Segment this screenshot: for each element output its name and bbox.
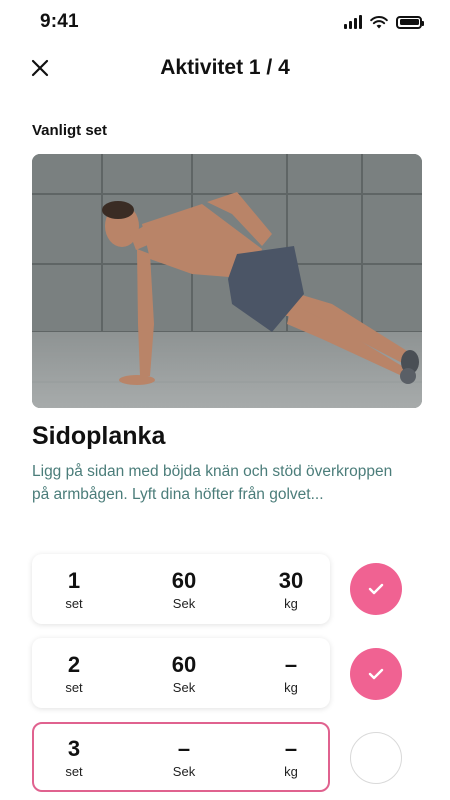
set-row-1[interactable]: 1 set 60 Sek 30 kg (32, 554, 330, 624)
complete-set-2-button[interactable] (350, 648, 402, 700)
weight-value: – (284, 651, 298, 677)
status-time: 9:41 (40, 11, 79, 32)
set-row-3[interactable]: 3 set – Sek – kg (32, 722, 330, 792)
weight-value: – (284, 735, 298, 761)
set-number-cell: 3 set (34, 724, 114, 790)
set-number-label: set (65, 595, 83, 611)
set-row-2[interactable]: 2 set 60 Sek – kg (32, 638, 330, 708)
exercise-title: Sidoplanka (32, 422, 166, 450)
set-type-label: Vanligt set (32, 122, 108, 139)
duration-cell[interactable]: 60 Sek (144, 554, 224, 624)
set-number-label: set (65, 679, 83, 695)
weight-unit: kg (284, 763, 298, 779)
duration-value: 60 (171, 567, 197, 593)
weight-unit: kg (284, 679, 298, 695)
cellular-signal-icon (344, 15, 362, 29)
exercise-description[interactable]: Ligg på sidan med böjda knän och stöd öv… (32, 460, 412, 506)
weight-cell[interactable]: – kg (251, 724, 331, 790)
header: Aktivitet 1 / 4 (0, 48, 450, 88)
status-bar: 9:41 (0, 0, 450, 44)
weight-cell[interactable]: – kg (251, 638, 331, 708)
set-number-cell: 2 set (34, 638, 114, 708)
duration-value: – (177, 735, 191, 761)
duration-unit: Sek (172, 679, 196, 695)
set-number: 2 (67, 651, 81, 677)
complete-set-1-button[interactable] (350, 563, 402, 615)
page-title: Aktivitet 1 / 4 (160, 56, 290, 79)
status-icons (344, 15, 424, 29)
set-number: 3 (67, 735, 81, 761)
close-icon[interactable] (28, 56, 52, 80)
weight-value: 30 (278, 567, 304, 593)
checkmark-icon (368, 583, 384, 595)
weight-cell[interactable]: 30 kg (251, 554, 331, 624)
battery-icon (396, 15, 424, 29)
duration-unit: Sek (172, 595, 196, 611)
exercise-image (32, 154, 422, 408)
set-number: 1 (67, 567, 81, 593)
complete-set-3-button[interactable] (350, 732, 402, 784)
checkmark-icon (368, 668, 384, 680)
duration-cell[interactable]: – Sek (144, 724, 224, 790)
duration-value: 60 (171, 651, 197, 677)
duration-unit: Sek (172, 763, 196, 779)
wifi-icon (370, 16, 388, 29)
set-number-cell: 1 set (34, 554, 114, 624)
duration-cell[interactable]: 60 Sek (144, 638, 224, 708)
set-number-label: set (65, 763, 83, 779)
weight-unit: kg (284, 595, 298, 611)
